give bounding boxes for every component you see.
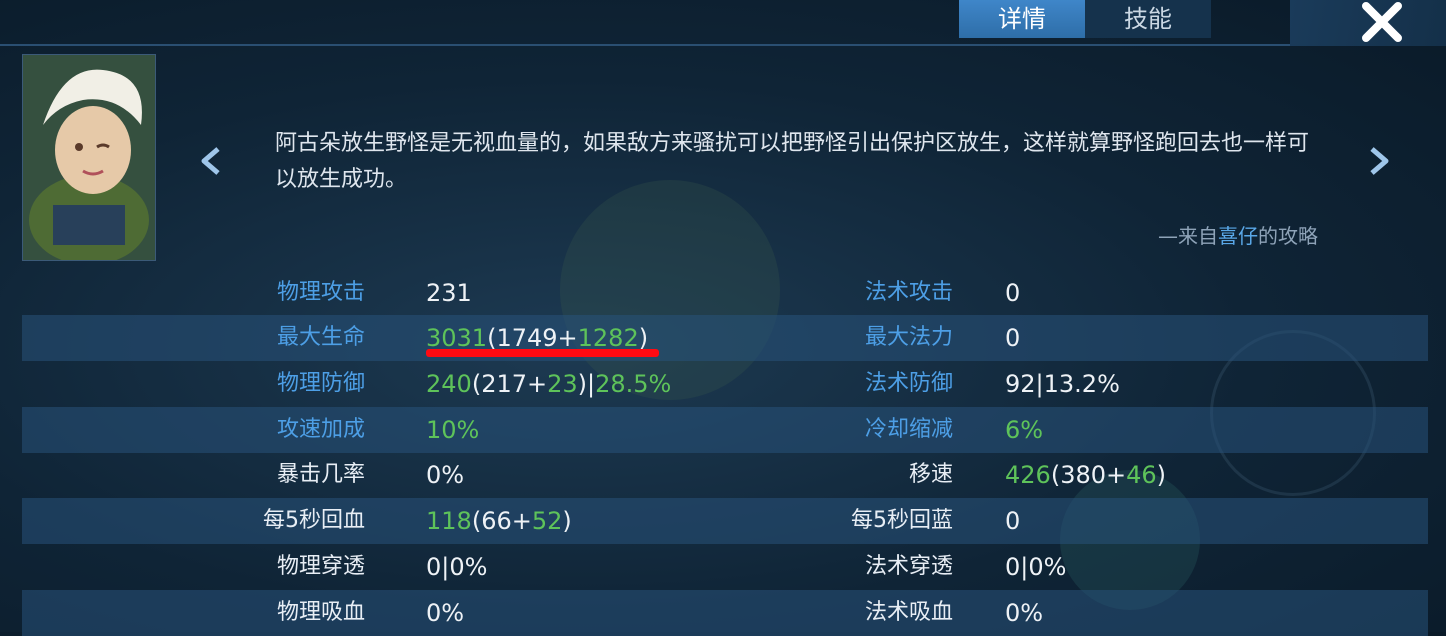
stat-number: 66 (481, 507, 512, 535)
stat-number: 52 (531, 507, 563, 535)
close-icon (1362, 2, 1402, 42)
stat-separator: ) (1156, 461, 1167, 489)
stat-number: 46 (1126, 461, 1157, 489)
stat-separator: ( (1050, 461, 1061, 489)
stat-number: 118 (426, 507, 472, 535)
stat-row: 物理防御 240(217+23)|28.5% 法术防御 92|13.2% (22, 361, 1428, 407)
tip-source: —来自喜仔的攻略 (1158, 220, 1318, 249)
stat-separator: ) (562, 507, 572, 535)
tab-skills[interactable]: 技能 (1085, 0, 1211, 38)
stat-label: 移速 (908, 462, 953, 487)
stat-label: 最大生命 (276, 325, 365, 350)
stat-separator: ( (471, 370, 482, 398)
stat-value: 0 (1005, 324, 1021, 352)
stat-value: 0|0% (1005, 553, 1067, 581)
stat-label: 法术攻击 (864, 280, 953, 305)
stat-number: 3031 (426, 324, 488, 352)
stat-row: 物理吸血 0% 法术吸血 0% (22, 590, 1428, 636)
stat-value: 0 (1005, 279, 1021, 307)
stat-label: 物理攻击 (276, 280, 365, 305)
stat-separator: ( (471, 507, 482, 535)
stat-number: 240 (426, 370, 472, 398)
tip-text: 阿古朵放生野怪是无视血量的，如果敌方来骚扰可以把野怪引出保护区放生，这样就算野怪… (275, 131, 1310, 192)
stat-label: 暴击几率 (276, 462, 365, 487)
stat-label: 每5秒回蓝 (851, 508, 953, 533)
stat-label: 攻速加成 (276, 417, 365, 442)
tab-details[interactable]: 详情 (959, 0, 1085, 38)
hero-portrait (22, 54, 156, 261)
stat-value: 6% (1005, 416, 1044, 444)
stat-label: 法术吸血 (864, 600, 953, 625)
stat-value: 0% (426, 461, 465, 489)
source-suffix: 的攻略 (1258, 224, 1318, 248)
stat-separator: + (511, 507, 532, 535)
stat-value: 0|0% (426, 553, 488, 581)
stat-number: 426 (1005, 461, 1051, 489)
stat-number: 217 (481, 370, 527, 398)
stat-row: 最大生命 3031(1749+1282) 最大法力 0 (22, 315, 1428, 361)
stat-row: 物理穿透 0|0% 法术穿透 0|0% (22, 544, 1428, 590)
stat-label: 物理穿透 (276, 554, 365, 579)
stat-value-speed: 426(380+46) (1005, 452, 1166, 498)
hp-highlight-underline (426, 349, 659, 357)
stat-number: 1749 (496, 324, 558, 352)
stat-row: 物理攻击 231 法术攻击 0 (22, 270, 1428, 316)
stat-label: 每5秒回血 (263, 508, 365, 533)
close-button[interactable] (1290, 0, 1446, 46)
stat-separator: + (1106, 461, 1127, 489)
stat-label: 法术防御 (864, 371, 953, 396)
stat-row: 攻速加成 10% 冷却缩减 6% (22, 407, 1428, 453)
stat-value: 0 (1005, 507, 1021, 535)
stat-row: 暴击几率 0% 移速 426(380+46) (22, 452, 1428, 498)
stat-value: 231 (426, 279, 472, 307)
stat-label: 冷却缩减 (864, 417, 953, 442)
stat-separator: + (557, 324, 578, 352)
stat-value: 0% (1005, 599, 1044, 627)
stat-value: 0% (426, 599, 465, 627)
source-prefix: —来自 (1158, 224, 1218, 248)
chevron-left-icon[interactable] (198, 146, 224, 176)
header-divider (0, 44, 1446, 46)
stat-label: 法术穿透 (864, 554, 953, 579)
stat-value: 10% (426, 416, 480, 444)
stat-value: 92|13.2% (1005, 370, 1120, 398)
chevron-right-icon[interactable] (1366, 146, 1392, 176)
stat-separator: + (527, 370, 548, 398)
stat-number: 380 (1060, 461, 1106, 489)
stat-number: 23 (547, 370, 578, 398)
stat-value-regen: 118(66+52) (426, 498, 572, 544)
stat-separator: )| (577, 370, 596, 398)
stat-label: 物理吸血 (276, 600, 365, 625)
source-author[interactable]: 喜仔 (1218, 224, 1258, 248)
stat-label: 物理防御 (276, 371, 365, 396)
stat-row: 每5秒回血 118(66+52) 每5秒回蓝 0 (22, 498, 1428, 544)
